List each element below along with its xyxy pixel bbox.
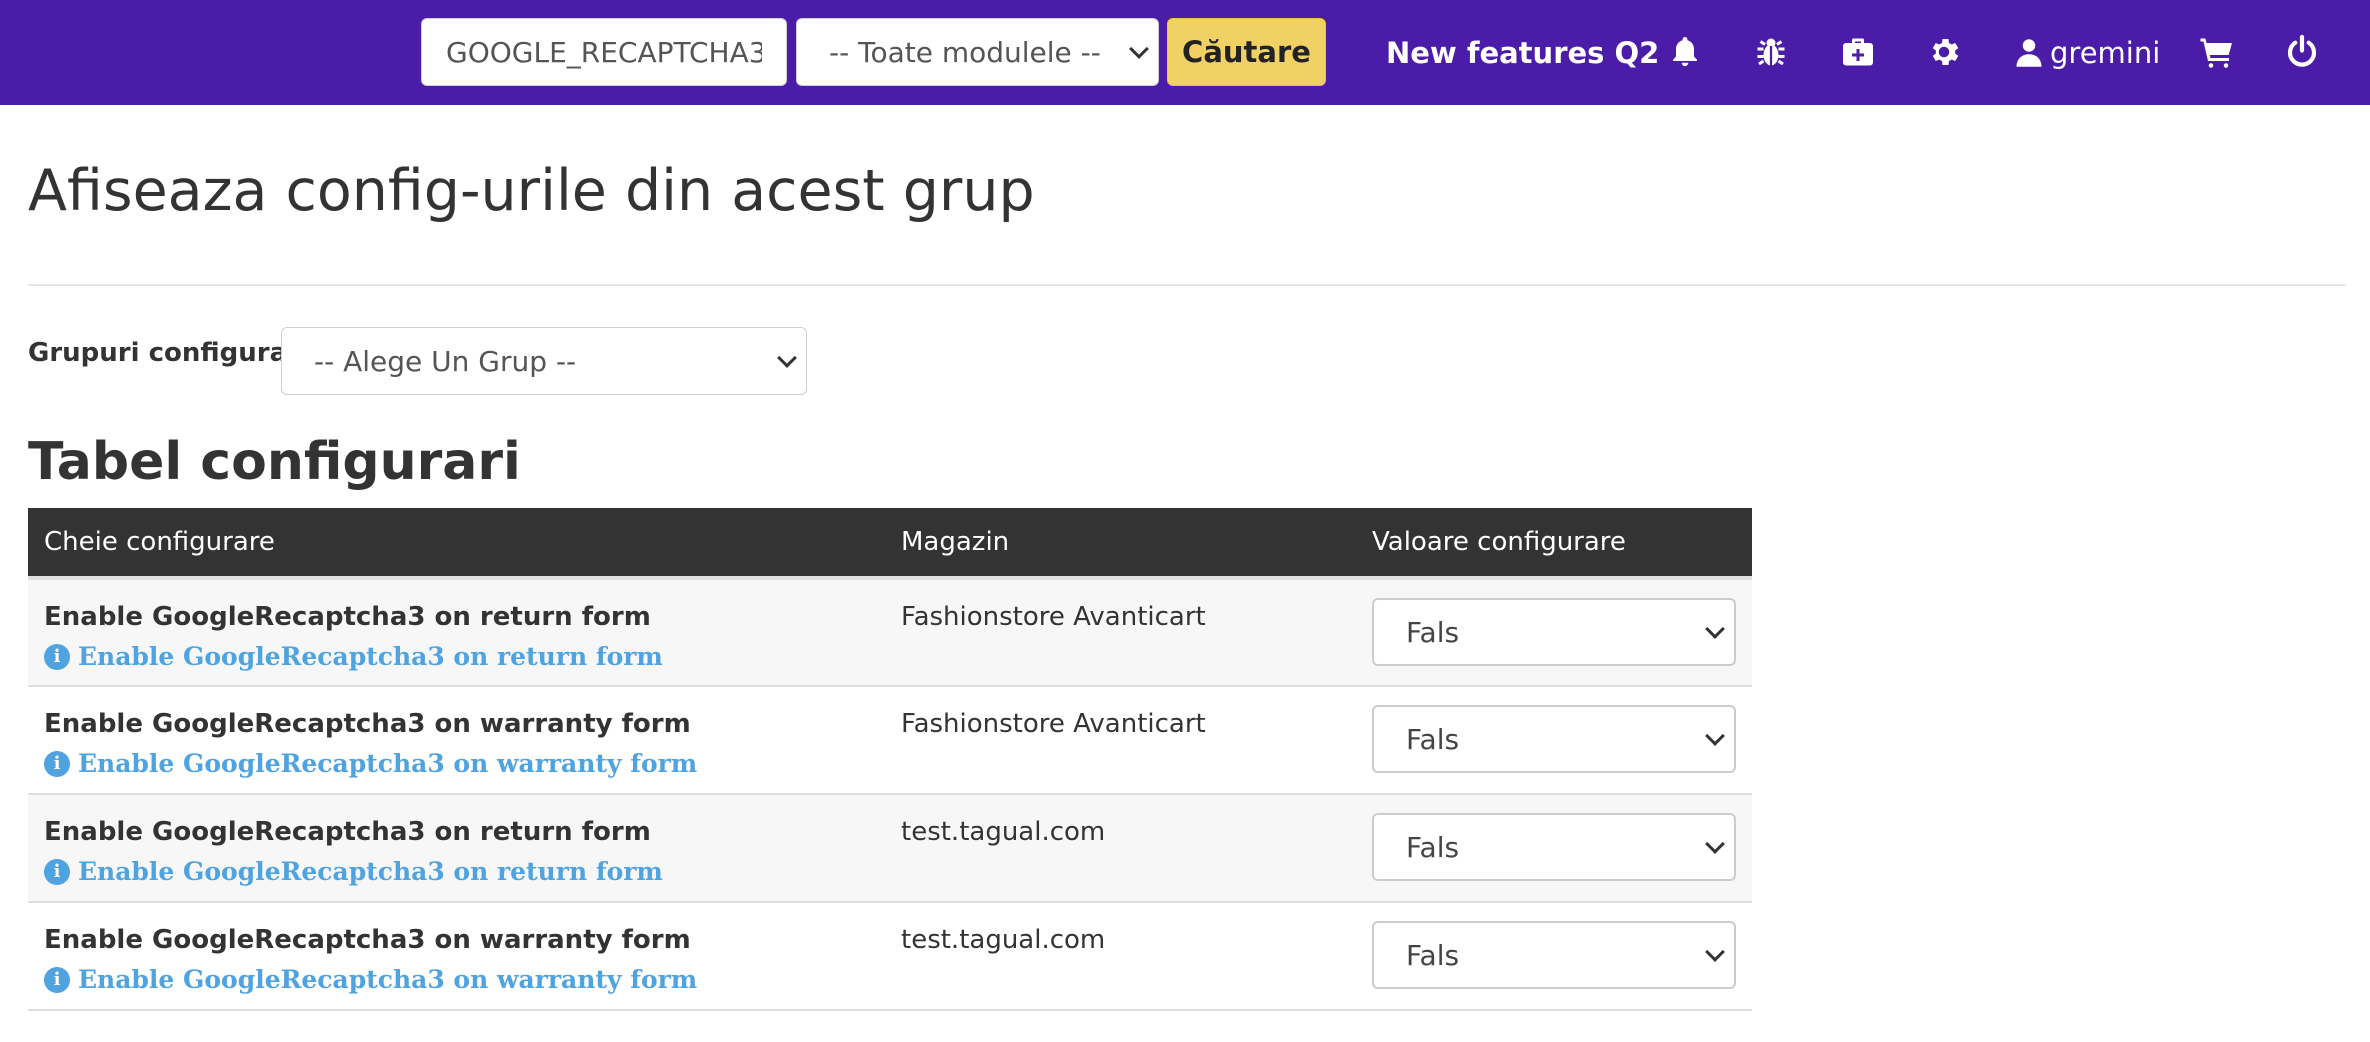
chevron-down-icon bbox=[1705, 619, 1725, 639]
value-select-value: Fals bbox=[1406, 615, 1460, 649]
config-key-cell: Enable GoogleRecaptcha3 on warranty form… bbox=[28, 686, 885, 794]
username: gremini bbox=[2050, 36, 2161, 70]
store-cell: Fashionstore Avanticart bbox=[901, 709, 1206, 739]
user-icon bbox=[2016, 39, 2042, 67]
table-row: Enable GoogleRecaptcha3 on return form i… bbox=[28, 578, 1752, 686]
config-key-cell: Enable GoogleRecaptcha3 on warranty form… bbox=[28, 902, 885, 1010]
group-select[interactable]: -- Alege Un Grup -- bbox=[281, 327, 807, 395]
chevron-down-icon bbox=[1705, 834, 1725, 854]
info-icon: i bbox=[44, 750, 70, 777]
top-navbar: -- Toate modulele -- Căutare New feature… bbox=[0, 0, 2370, 105]
value-cell: Fals bbox=[1356, 686, 1752, 794]
config-table: Cheie configurare Magazin Valoare config… bbox=[28, 508, 1752, 1011]
page-title: Afiseaza config-urile din acest grup bbox=[28, 158, 1035, 224]
value-select-value: Fals bbox=[1406, 938, 1460, 972]
group-select-value: -- Alege Un Grup -- bbox=[314, 344, 577, 378]
table-row: Enable GoogleRecaptcha3 on return form i… bbox=[28, 794, 1752, 902]
medkit-icon[interactable] bbox=[1840, 34, 1876, 70]
module-select-value: -- Toate modulele -- bbox=[829, 35, 1101, 69]
value-cell: Fals bbox=[1356, 794, 1752, 902]
config-description-text: Enable GoogleRecaptcha3 on return form bbox=[78, 857, 663, 886]
table-row: Enable GoogleRecaptcha3 on warranty form… bbox=[28, 902, 1752, 1010]
chevron-down-icon bbox=[1129, 39, 1149, 59]
config-key: Enable GoogleRecaptcha3 on return form bbox=[44, 817, 651, 847]
value-select[interactable]: Fals bbox=[1372, 705, 1736, 773]
table-title: Tabel configurari bbox=[28, 432, 521, 492]
bug-icon[interactable] bbox=[1753, 34, 1789, 70]
group-label: Grupuri configurare bbox=[28, 338, 318, 368]
config-description-text: Enable GoogleRecaptcha3 on warranty form bbox=[78, 749, 698, 778]
new-features-link[interactable]: New features Q2 bbox=[1386, 30, 1659, 76]
value-select-value: Fals bbox=[1406, 722, 1460, 756]
table-header-row: Cheie configurare Magazin Valoare config… bbox=[28, 508, 1752, 580]
bell-icon[interactable] bbox=[1667, 34, 1703, 70]
config-key: Enable GoogleRecaptcha3 on warranty form bbox=[44, 709, 691, 739]
search-button[interactable]: Căutare bbox=[1167, 18, 1326, 86]
info-icon: i bbox=[44, 858, 70, 885]
search-input[interactable] bbox=[421, 18, 787, 86]
config-description: i Enable GoogleRecaptcha3 on warranty fo… bbox=[44, 965, 869, 994]
cart-icon[interactable] bbox=[2199, 34, 2235, 70]
config-description: i Enable GoogleRecaptcha3 on return form bbox=[44, 642, 869, 671]
value-select-value: Fals bbox=[1406, 830, 1460, 864]
value-cell: Fals bbox=[1356, 902, 1752, 1010]
config-key: Enable GoogleRecaptcha3 on warranty form bbox=[44, 925, 691, 955]
config-description-text: Enable GoogleRecaptcha3 on return form bbox=[78, 642, 663, 671]
column-header-store: Magazin bbox=[885, 508, 1356, 580]
column-header-value: Valoare configurare bbox=[1356, 508, 1752, 580]
value-cell: Fals bbox=[1356, 578, 1752, 686]
value-select[interactable]: Fals bbox=[1372, 921, 1736, 989]
value-select[interactable]: Fals bbox=[1372, 813, 1736, 881]
store-cell: test.tagual.com bbox=[901, 817, 1106, 847]
chevron-down-icon bbox=[1705, 726, 1725, 746]
chevron-down-icon bbox=[1705, 942, 1725, 962]
config-key: Enable GoogleRecaptcha3 on return form bbox=[44, 602, 651, 632]
gear-icon[interactable] bbox=[1926, 34, 1962, 70]
value-select[interactable]: Fals bbox=[1372, 598, 1736, 666]
store-cell: test.tagual.com bbox=[901, 925, 1106, 955]
module-select[interactable]: -- Toate modulele -- bbox=[796, 18, 1159, 86]
config-description: i Enable GoogleRecaptcha3 on warranty fo… bbox=[44, 749, 869, 778]
user-menu[interactable]: gremini bbox=[2016, 30, 2160, 76]
table-row: Enable GoogleRecaptcha3 on warranty form… bbox=[28, 686, 1752, 794]
config-key-cell: Enable GoogleRecaptcha3 on return form i… bbox=[28, 794, 885, 902]
info-icon: i bbox=[44, 966, 70, 993]
config-description-text: Enable GoogleRecaptcha3 on warranty form bbox=[78, 965, 698, 994]
config-key-cell: Enable GoogleRecaptcha3 on return form i… bbox=[28, 578, 885, 686]
power-icon[interactable] bbox=[2284, 34, 2320, 70]
divider bbox=[28, 284, 2346, 286]
column-header-key: Cheie configurare bbox=[28, 508, 885, 580]
config-description: i Enable GoogleRecaptcha3 on return form bbox=[44, 857, 869, 886]
store-cell: Fashionstore Avanticart bbox=[901, 602, 1206, 632]
chevron-down-icon bbox=[777, 348, 797, 368]
info-icon: i bbox=[44, 643, 70, 670]
